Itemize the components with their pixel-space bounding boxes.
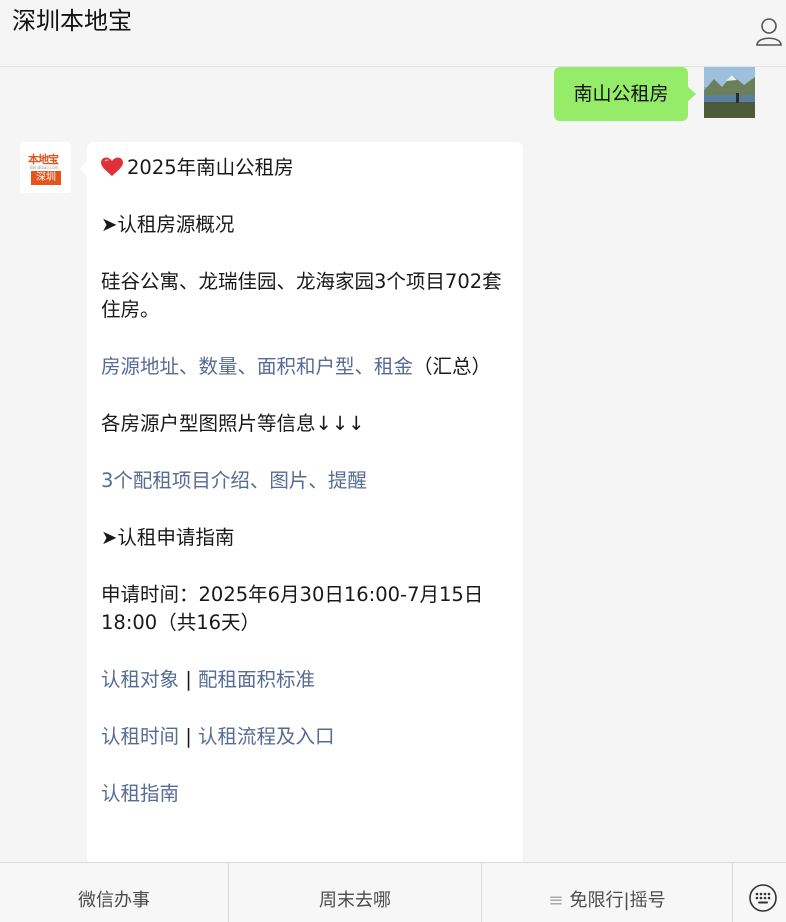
apply-object-link[interactable]: 认租对象 [101, 668, 179, 691]
projects-line: 3个配租项目介绍、图片、提醒 [101, 467, 509, 495]
received-message-bubble: 2025年南山公租房 ➤认租房源概况 硅谷公寓、龙瑞佳园、龙海家园3个项目702… [79, 142, 523, 864]
chat-header: 深圳本地宝 [0, 0, 786, 67]
link-separator: | [179, 725, 198, 748]
link-separator: | [179, 668, 198, 691]
sent-message-text: 南山公租房 [573, 83, 669, 105]
official-account-avatar[interactable]: 本地宝 Bendibao.com 深圳 [20, 142, 71, 193]
message-title-text: 2025年南山公租房 [127, 156, 294, 179]
section-heading-apply: ➤认租申请指南 [101, 526, 235, 549]
official-account-menu: 微信办事 周末去哪 ≡ 免限行|摇号 [0, 862, 786, 922]
keyboard-icon[interactable] [748, 883, 778, 913]
menu-item-label: 微信办事 [78, 890, 150, 911]
heart-icon [101, 157, 123, 176]
time-process-line: 认租时间 | 认租流程及入口 [101, 723, 509, 751]
menu-item-label: 免限行|摇号 [569, 890, 666, 911]
apply-process-link[interactable]: 认租流程及入口 [198, 725, 335, 748]
chat-title: 深圳本地宝 [12, 7, 132, 35]
listing-summary-line: 房源地址、数量、面积和户型、租金（汇总） [101, 353, 509, 381]
listing-summary-suffix: （汇总） [413, 355, 492, 378]
listing-summary-link[interactable]: 房源地址、数量、面积和户型、租金 [101, 355, 413, 378]
menu-item-traffic-lottery[interactable]: ≡ 免限行|摇号 [482, 863, 733, 922]
menu-item-label: 周末去哪 [319, 890, 391, 911]
menu-item-weekend[interactable]: 周末去哪 [229, 863, 482, 922]
area-standard-link[interactable]: 配租面积标准 [198, 668, 315, 691]
apply-time-link[interactable]: 认租时间 [101, 725, 179, 748]
sent-message-bubble[interactable]: 南山公租房 [554, 67, 696, 121]
guide-line: 认租指南 [101, 780, 509, 808]
chat-window: 深圳本地宝 南山公租房 本地宝 Bendibao.com 深圳 2025年南山公… [0, 0, 786, 922]
apply-time-text: 申请时间：2025年6月30日16:00-7月15日18:00（共16天） [101, 583, 484, 634]
apply-guide-link[interactable]: 认租指南 [101, 782, 179, 805]
avatar-city-text: 深圳 [31, 171, 61, 185]
object-area-line: 认租对象 | 配租面积标准 [101, 666, 509, 694]
my-avatar[interactable] [704, 67, 755, 118]
avatar-url-text: Bendibao.com [30, 165, 59, 170]
person-icon[interactable] [756, 14, 786, 48]
projects-intro-link[interactable]: 3个配租项目介绍、图片、提醒 [101, 469, 367, 492]
submenu-indicator-icon: ≡ [548, 890, 564, 911]
menu-item-wechat-services[interactable]: 微信办事 [0, 863, 229, 922]
photos-info-text: 各房源户型图照片等信息↓↓↓ [101, 412, 365, 435]
section-heading-listing: ➤认租房源概况 [101, 213, 235, 236]
listing-overview: 硅谷公寓、龙瑞佳园、龙海家园3个项目702套住房。 [101, 270, 502, 321]
message-title: 2025年南山公租房 [101, 154, 509, 182]
